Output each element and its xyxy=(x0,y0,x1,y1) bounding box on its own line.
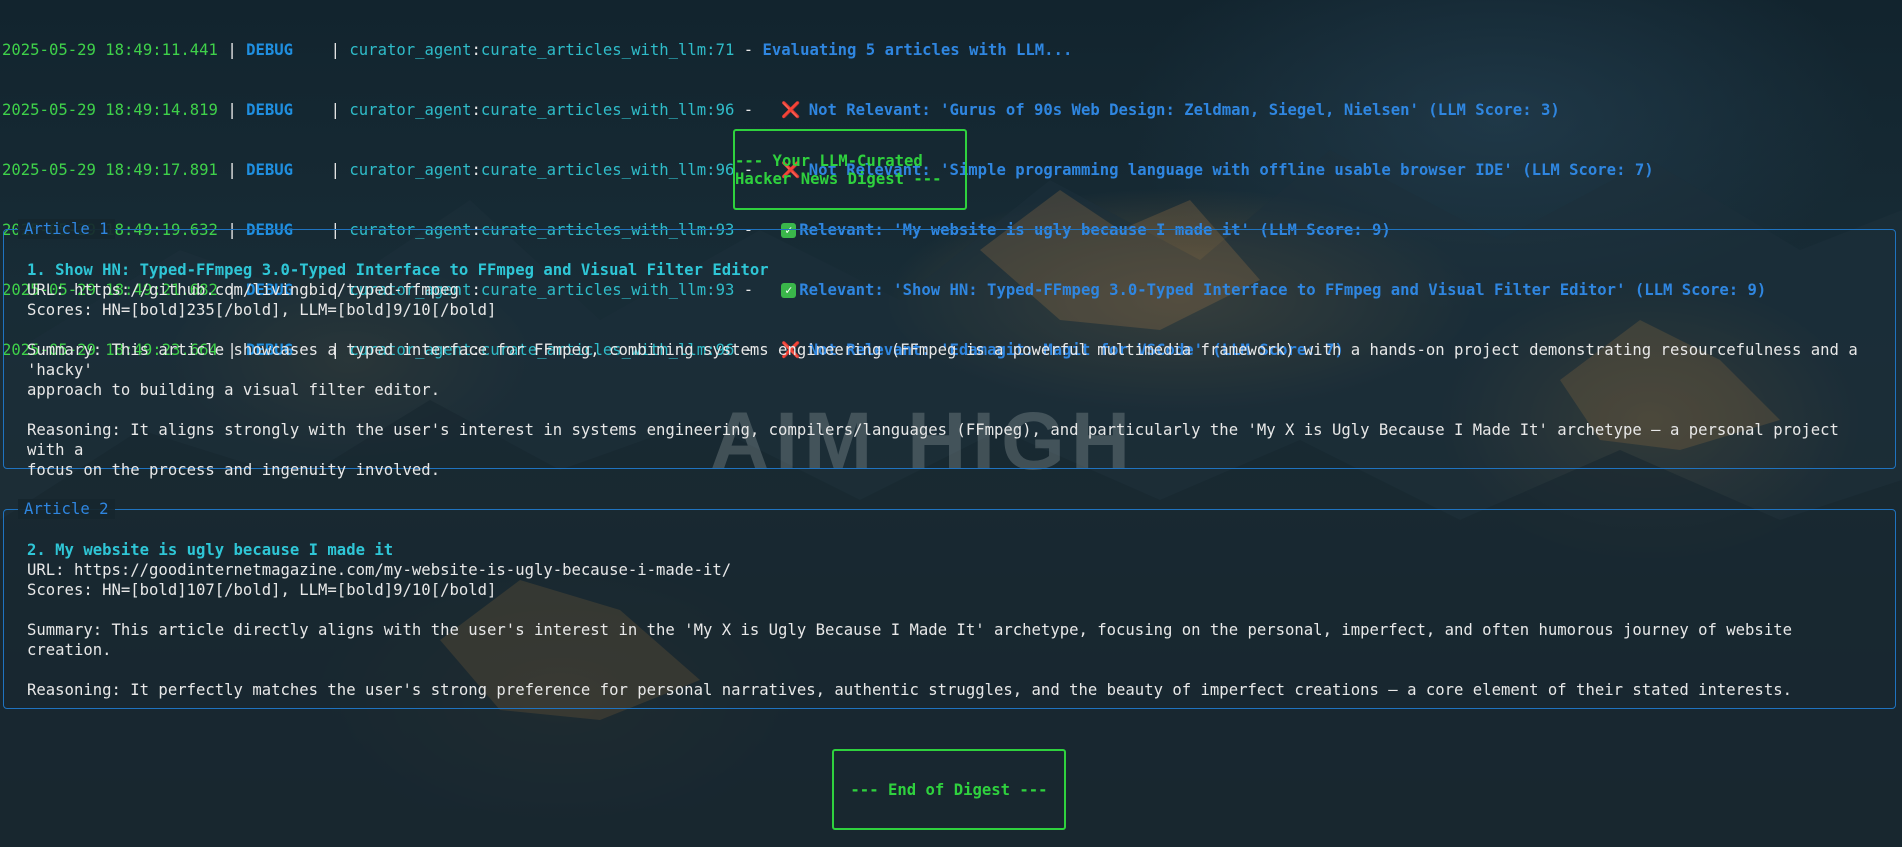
article-reasoning: Reasoning: It aligns strongly with the u… xyxy=(27,421,1839,459)
log-level: DEBUG xyxy=(246,161,294,179)
article-url[interactable]: URL: https://github.com/livingbio/typed-… xyxy=(27,280,1871,300)
article-summary: Summary: This article showcases a typed … xyxy=(27,341,1858,379)
log-timestamp: 2025-05-29 18:49:17.891 xyxy=(2,161,218,179)
log-message: Evaluating 5 articles with LLM... xyxy=(762,41,1073,59)
article-panel: Article 1 1. Show HN: Typed-FFmpeg 3.0-T… xyxy=(3,219,1896,479)
log-line: 2025-05-29 18:49:14.819 | DEBUG | curato… xyxy=(2,101,1560,119)
log-level: DEBUG xyxy=(246,101,294,119)
log-module: curator_agent xyxy=(349,161,472,179)
article-title: 2. My website is ugly because I made it xyxy=(27,541,394,559)
digest-header-text: --- Your LLM-Curated Hacker News Digest … xyxy=(735,151,942,188)
digest-footer-text: --- End of Digest --- xyxy=(850,780,1048,799)
log-timestamp: 2025-05-29 18:49:14.819 xyxy=(2,101,218,119)
log-module: curator_agent xyxy=(349,101,472,119)
log-timestamp: 2025-05-29 18:49:11.441 xyxy=(2,41,218,59)
panel-title: Article 2 xyxy=(18,499,115,519)
article-url[interactable]: URL: https://goodinternetmagazine.com/my… xyxy=(27,560,1871,580)
log-message: Not Relevant: 'Gurus of 90s Web Design: … xyxy=(808,101,1560,119)
article-scores: Scores: HN=[bold]107[/bold], LLM=[bold]9… xyxy=(27,581,497,599)
cross-mark-icon: ❌ xyxy=(781,101,801,119)
article-panel: Article 2 2. My website is ugly because … xyxy=(3,499,1896,709)
log-function: curate_articles_with_llm:96 xyxy=(480,101,735,119)
article-summary: Summary: This article directly aligns wi… xyxy=(27,621,1792,659)
log-module: curator_agent xyxy=(349,41,472,59)
article-scores: Scores: HN=[bold]235[/bold], LLM=[bold]9… xyxy=(27,301,497,319)
article-summary-cont: approach to building a visual filter edi… xyxy=(27,381,441,399)
digest-header-box: --- Your LLM-Curated Hacker News Digest … xyxy=(733,129,967,210)
log-function: curate_articles_with_llm:96 xyxy=(480,161,735,179)
article-body: 1. Show HN: Typed-FFmpeg 3.0-Typed Inter… xyxy=(27,260,1871,480)
digest-footer-box: --- End of Digest --- xyxy=(832,749,1066,830)
log-level: DEBUG xyxy=(246,41,294,59)
article-reasoning-cont: focus on the process and ingenuity invol… xyxy=(27,461,441,479)
article-title: 1. Show HN: Typed-FFmpeg 3.0-Typed Inter… xyxy=(27,261,769,279)
panel-title: Article 1 xyxy=(18,219,115,239)
article-reasoning: Reasoning: It perfectly matches the user… xyxy=(27,681,1792,699)
article-body: 2. My website is ugly because I made it … xyxy=(27,540,1871,700)
log-line: 2025-05-29 18:49:11.441 | DEBUG | curato… xyxy=(2,41,1073,59)
log-function: curate_articles_with_llm:71 xyxy=(480,41,735,59)
